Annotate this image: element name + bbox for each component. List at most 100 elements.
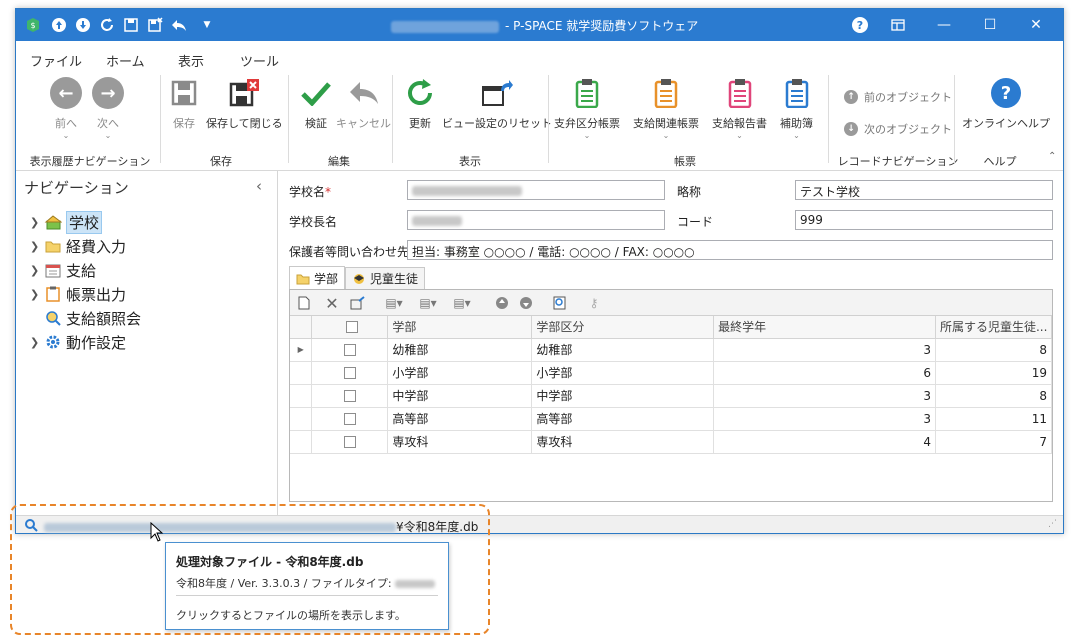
nav-item-school[interactable]: ❯ 学校: [30, 210, 103, 234]
shikyu-report-button[interactable]: 支給報告書 ⌄: [712, 77, 767, 140]
nav-item-payment[interactable]: ❯ 支給: [30, 259, 96, 281]
nav-item-report-output[interactable]: ❯ 帳票出力: [30, 283, 126, 305]
column-header[interactable]: 所属する児童生徒...: [935, 316, 1053, 339]
group-separator: [828, 75, 829, 163]
validate-button[interactable]: 検証: [300, 77, 332, 131]
code-field[interactable]: 999: [795, 210, 1053, 230]
tab-students[interactable]: 児童生徒: [345, 267, 426, 289]
save-button[interactable]: 保存: [168, 77, 200, 131]
link-icon[interactable]: [350, 295, 366, 311]
forward-button[interactable]: → 次へ ⌄: [92, 77, 124, 140]
group-separator: [392, 75, 393, 163]
expand-arrow-icon[interactable]: ❯: [30, 336, 44, 349]
online-help-button[interactable]: ? オンラインヘルプ: [962, 77, 1050, 131]
gakubu-table: 学部 学部区分 最終学年 所属する児童生徒... ▶ 幼稚部 幼稚部 3 8 小…: [290, 316, 1053, 454]
navigation-title: ナビゲーション: [24, 179, 129, 197]
shiben-report-button[interactable]: 支弁区分帳票 ⌄: [554, 77, 620, 140]
menu-view[interactable]: 表示: [178, 51, 204, 70]
prev-object-button[interactable]: ↑ 前のオブジェクト: [844, 89, 952, 105]
key-icon[interactable]: ⚷: [586, 295, 602, 311]
nav-item-expense[interactable]: ❯ 経費入力: [30, 235, 126, 257]
hojobo-button[interactable]: 補助簿 ⌄: [780, 77, 813, 140]
expand-arrow-icon[interactable]: ❯: [30, 288, 44, 301]
up-arrow-icon[interactable]: [494, 295, 510, 311]
up-arrow-icon[interactable]: [50, 16, 68, 34]
expand-arrow-icon[interactable]: ❯: [30, 264, 44, 277]
collapse-ribbon-icon[interactable]: ⌃: [1048, 151, 1056, 162]
refresh-icon[interactable]: [98, 16, 116, 34]
down-arrow-icon[interactable]: [74, 16, 92, 34]
group-label-edit: 編集: [328, 155, 350, 168]
refresh-button[interactable]: 更新: [404, 77, 436, 131]
menu-tools[interactable]: ツール: [240, 51, 279, 70]
maximize-button[interactable]: ☐: [968, 9, 1012, 41]
cell-student-count: 11: [935, 407, 1053, 431]
select-all-checkbox[interactable]: [311, 316, 389, 339]
row-checkbox[interactable]: [311, 361, 389, 385]
abbr-label: 略称: [677, 185, 702, 199]
shikyu-related-report-button[interactable]: 支給関連帳票 ⌄: [633, 77, 699, 140]
clipboard-dropdown-icon[interactable]: ▤▾: [419, 295, 436, 311]
group-separator: [288, 75, 289, 163]
school-name-field[interactable]: [407, 180, 665, 200]
cell-student-count: 8: [935, 384, 1053, 408]
column-header[interactable]: 最終学年: [713, 316, 936, 339]
clipboard-dropdown-icon[interactable]: ▤▾: [385, 295, 402, 311]
cell-final-grade: 3: [713, 338, 936, 362]
save-close-icon[interactable]: [146, 16, 164, 34]
group-label-record-nav: レコードナビゲーション: [837, 155, 959, 168]
ribbon: ← 前へ ⌄ → 次へ ⌄ 表示履歴ナビゲーション 保存 保存して閉じる 保存 検証…: [16, 69, 1063, 171]
row-checkbox[interactable]: [311, 384, 389, 408]
cell-final-grade: 6: [713, 361, 936, 385]
down-arrow-icon[interactable]: [518, 295, 534, 311]
table-row[interactable]: ▶ 幼稚部 幼稚部 3 8: [290, 338, 1053, 362]
undo-icon[interactable]: [170, 16, 188, 34]
detail-view: 学校名* 略称 テスト学校 学校長名 コード 999 保護者等問い合わせ先 担当…: [279, 171, 1063, 515]
row-checkbox[interactable]: [311, 407, 389, 431]
layout-button[interactable]: [876, 9, 920, 41]
cancel-button[interactable]: キャンセル: [336, 77, 391, 131]
row-checkbox[interactable]: [311, 430, 389, 454]
column-header[interactable]: 学部: [387, 316, 533, 339]
principal-field[interactable]: [407, 210, 665, 230]
delete-icon[interactable]: ✕: [324, 294, 340, 313]
expand-arrow-icon[interactable]: ❯: [30, 216, 44, 229]
school-name-label: 学校名*: [289, 185, 332, 199]
save-icon[interactable]: [122, 16, 140, 34]
menu-file[interactable]: ファイル: [30, 51, 82, 70]
expand-arrow-icon[interactable]: ❯: [30, 240, 44, 253]
cell-kubun: 小学部: [531, 361, 715, 385]
next-object-button[interactable]: ↓ 次のオブジェクト: [844, 121, 952, 137]
cell-student-count: 8: [935, 338, 1053, 362]
tab-gakubu[interactable]: 学部: [289, 266, 346, 290]
clipboard-pink-icon: [728, 79, 751, 108]
reset-view-button[interactable]: ビュー設定のリセット: [442, 77, 552, 131]
contact-field[interactable]: 担当: 事務室 ○○○○ / 電話: ○○○○ / FAX: ○○○○: [407, 240, 1053, 260]
nav-item-settings[interactable]: ❯ 動作設定: [30, 331, 126, 353]
abbr-field[interactable]: テスト学校: [795, 180, 1053, 200]
column-header[interactable]: 学部区分: [531, 316, 715, 339]
search-icon[interactable]: [552, 295, 568, 311]
cell-final-grade: 3: [713, 407, 936, 431]
student-icon: [354, 273, 364, 284]
new-icon[interactable]: [296, 295, 312, 311]
save-and-close-button[interactable]: 保存して閉じる: [206, 77, 283, 131]
minimize-button[interactable]: —: [922, 9, 966, 41]
help-icon: ?: [991, 78, 1021, 108]
close-button[interactable]: ✕: [1014, 9, 1058, 41]
table-row[interactable]: 中学部 中学部 3 8: [290, 384, 1053, 408]
reset-view-icon: [482, 80, 513, 106]
quick-access-dropdown-icon[interactable]: ▼: [198, 16, 216, 34]
nav-item-payment-inquiry[interactable]: 支給額照会: [30, 307, 141, 329]
row-checkbox[interactable]: [311, 338, 389, 362]
group-separator: [954, 75, 955, 163]
checkmark-icon: [301, 82, 331, 106]
cell-gakubu: 高等部: [387, 407, 533, 431]
table-row[interactable]: 小学部 小学部 6 19: [290, 361, 1053, 385]
table-row[interactable]: 高等部 高等部 3 11: [290, 407, 1053, 431]
collapse-nav-icon[interactable]: ‹: [256, 177, 262, 195]
clipboard-dropdown-icon[interactable]: ▤▾: [453, 295, 470, 311]
table-row[interactable]: 専攻科 専攻科 4 7: [290, 430, 1053, 454]
back-button[interactable]: ← 前へ ⌄: [50, 77, 82, 140]
resize-grip-icon[interactable]: ⋰: [1048, 519, 1057, 529]
